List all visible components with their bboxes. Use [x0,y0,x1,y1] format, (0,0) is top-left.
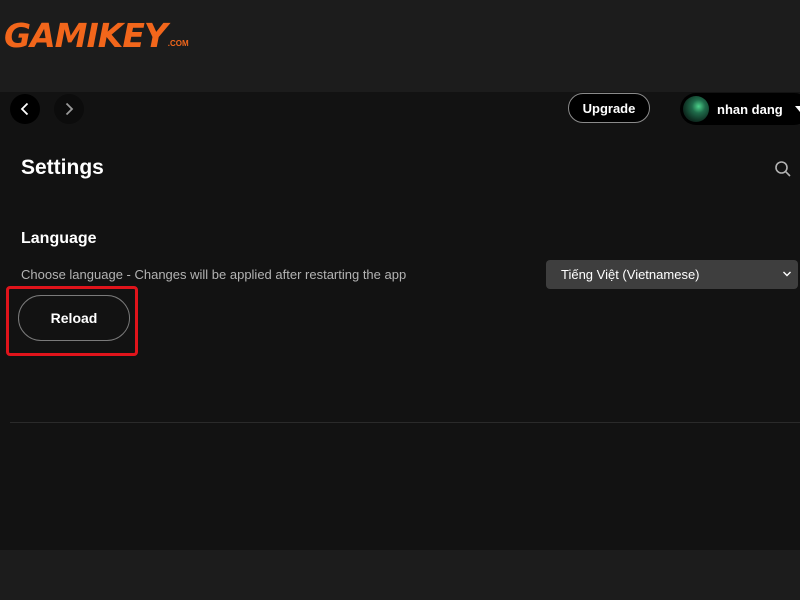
user-menu-button[interactable]: nhan dang [680,93,800,125]
chevron-right-icon [65,102,74,116]
caret-down-icon [794,106,800,112]
upgrade-button[interactable]: Upgrade [568,93,650,123]
reload-button[interactable]: Reload [18,295,130,341]
forward-button[interactable] [54,94,84,124]
language-select[interactable]: Tiếng Việt (Vietnamese) [546,260,798,289]
top-bar: Upgrade nhan dang [0,92,800,125]
chevron-down-icon [783,271,791,277]
language-select-value: Tiếng Việt (Vietnamese) [561,267,700,282]
username: nhan dang [717,101,783,117]
gamikey-logo: GAMIKEY .COM [4,8,189,52]
chevron-left-icon [20,102,29,116]
language-description: Choose language - Changes will be applie… [21,267,407,282]
divider [10,422,800,423]
settings-window: Upgrade nhan dang Settings Language Choo… [0,92,800,550]
avatar [683,96,709,122]
logo-suffix: .COM [167,39,189,48]
language-heading: Language [21,230,97,247]
search-icon[interactable] [774,160,792,178]
back-button[interactable] [10,94,40,124]
watermark-bar: GAMIKEY .COM [0,0,800,92]
logo-text: GAMIKEY [4,16,168,55]
page-title: Settings [21,156,104,179]
footer-bar [0,550,800,600]
